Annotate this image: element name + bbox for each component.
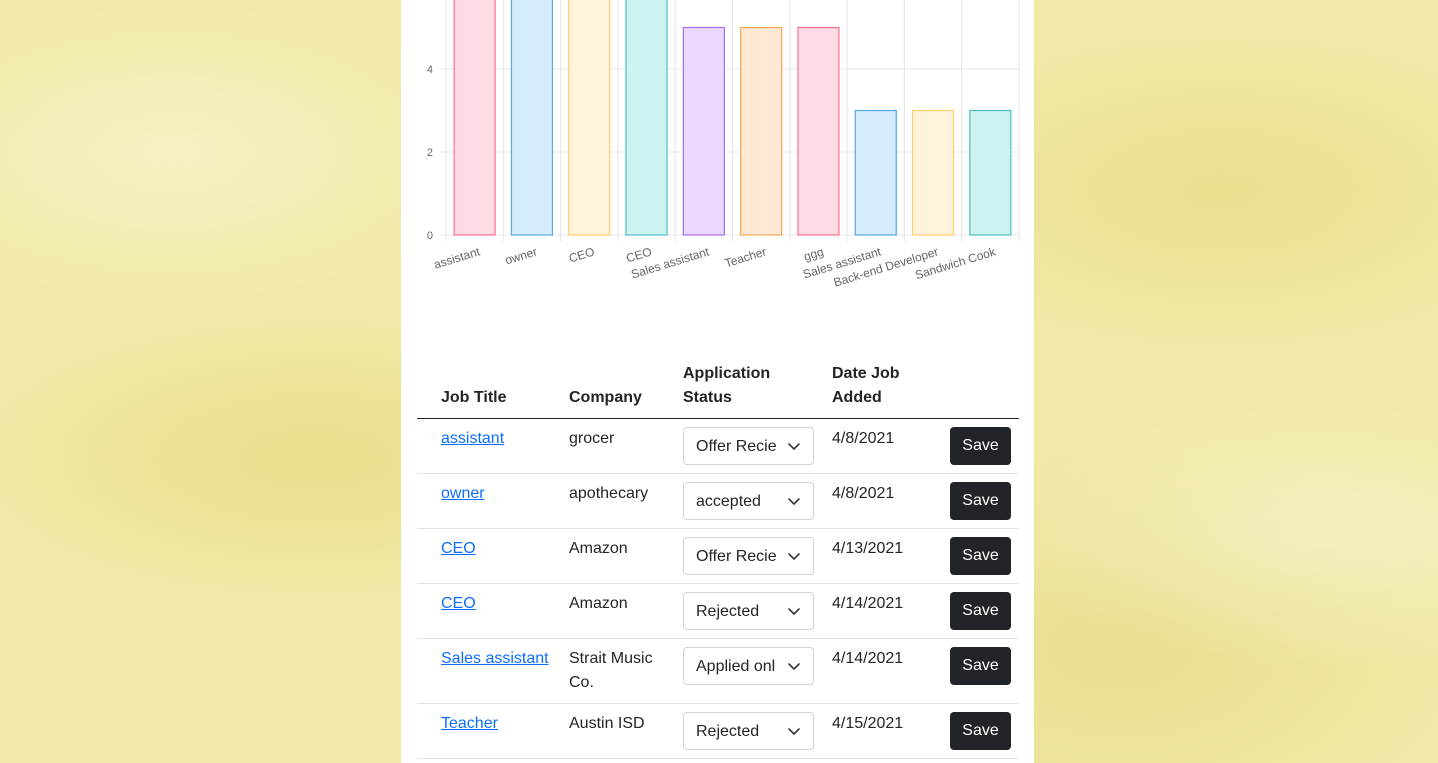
job-title-link[interactable]: owner <box>441 485 485 502</box>
company-cell: grocer <box>559 418 673 474</box>
status-select[interactable]: Rejected <box>683 592 814 630</box>
table-row: CEO Amazon Rejected 4/14/2021 Save <box>417 583 1019 639</box>
chevron-down-icon <box>788 608 800 615</box>
chart-bar <box>854 109 897 236</box>
company-cell: Amazon <box>559 583 673 639</box>
status-select-value: Applied onl <box>696 658 776 675</box>
table-row: assistant grocer Offer Recie 4/8/2021 Sa… <box>417 418 1019 474</box>
header-date-job-added: Date Job Added <box>822 352 930 419</box>
company-cell: Strait Music Co. <box>559 638 673 704</box>
y-tick-label: 4 <box>427 64 433 76</box>
status-select[interactable]: Offer Recie <box>683 427 814 465</box>
date-cell: 4/14/2021 <box>822 638 930 704</box>
chevron-down-icon <box>788 553 800 560</box>
status-select-value: Offer Recie <box>696 438 777 455</box>
y-tick-label: 2 <box>427 147 433 159</box>
chart-bar <box>682 26 725 236</box>
company-cell: apothecary <box>559 473 673 529</box>
status-select-value: Rejected <box>696 723 760 740</box>
save-button[interactable]: Save <box>950 647 1011 685</box>
y-tick-label: 0 <box>427 230 433 242</box>
chart-y-axis: 0 2 4 <box>427 64 433 242</box>
chart-x-axis: assistant owner CEO CEOSales assistant Teach… <box>432 244 998 289</box>
chevron-down-icon <box>788 663 800 670</box>
job-title-bar-chart: 024 assistant owner CEO CEOSales assistant T… <box>427 0 1020 290</box>
chart-bar <box>510 0 554 236</box>
chevron-down-icon <box>788 498 800 505</box>
chart-bar <box>797 26 840 236</box>
x-tick-label: CEO <box>567 244 596 265</box>
table-row: Teacher Austin ISD Rejected 4/15/2021 Sa… <box>417 703 1019 759</box>
save-button[interactable]: Save <box>950 482 1011 520</box>
content-panel: 0 2 4 assistant owner CEO CEO Sales assistant T… <box>401 0 1034 763</box>
job-title-link[interactable]: assistant <box>441 430 504 447</box>
status-select[interactable]: Offer Recie <box>683 537 814 575</box>
date-cell: 4/8/2021 <box>822 418 930 474</box>
company-cell: Austin ISD <box>559 703 673 759</box>
chevron-down-icon <box>788 443 800 450</box>
save-button[interactable]: Save <box>950 427 1011 465</box>
chart-bar <box>568 0 611 236</box>
x-tick-label: owner <box>503 244 538 267</box>
job-title-link[interactable]: CEO <box>441 595 476 612</box>
chart-bar <box>911 109 955 236</box>
save-button[interactable]: Save <box>950 537 1011 575</box>
header-company: Company <box>559 352 673 419</box>
header-job-title: Job Title <box>417 352 559 419</box>
status-select[interactable]: Applied onl <box>683 647 814 685</box>
chart-bar <box>740 26 783 236</box>
date-cell: 4/13/2021 <box>822 528 930 584</box>
date-cell: 4/8/2021 <box>822 473 930 529</box>
status-select[interactable]: Rejected <box>683 712 814 750</box>
chart-bar <box>625 0 668 236</box>
job-title-link[interactable]: Teacher <box>441 715 498 732</box>
date-cell: 4/14/2021 <box>822 583 930 639</box>
save-button[interactable]: Save <box>950 712 1011 750</box>
jobs-table: Job Title Company Application Status Date… <box>417 352 1019 759</box>
header-application-status: Application Status <box>673 352 822 419</box>
header-actions <box>930 352 1019 419</box>
save-button[interactable]: Save <box>950 592 1011 630</box>
status-select-value: Rejected <box>696 603 760 620</box>
status-select[interactable]: accepted <box>683 482 814 520</box>
date-cell: 4/15/2021 <box>822 703 930 759</box>
status-select-value: Offer Recie <box>696 548 777 565</box>
table-row: owner apothecary accepted 4/8/2021 Save <box>417 473 1019 529</box>
table-row: Sales assistant Strait Music Co. Applied… <box>417 638 1019 704</box>
table-header-row: Job Title Company Application Status Date… <box>417 352 1019 419</box>
job-title-link[interactable]: Sales assistant <box>441 650 549 667</box>
chevron-down-icon <box>788 728 800 735</box>
status-select-value: accepted <box>696 493 761 510</box>
x-tick-label: assistant <box>432 244 482 271</box>
chart-bar <box>453 0 496 236</box>
table-row: CEO Amazon Offer Recie 4/13/2021 Save <box>417 528 1019 584</box>
company-cell: Amazon <box>559 528 673 584</box>
job-title-link[interactable]: CEO <box>441 540 476 557</box>
chart-bar <box>969 109 1012 236</box>
x-tick-label: Teacher <box>723 244 768 270</box>
